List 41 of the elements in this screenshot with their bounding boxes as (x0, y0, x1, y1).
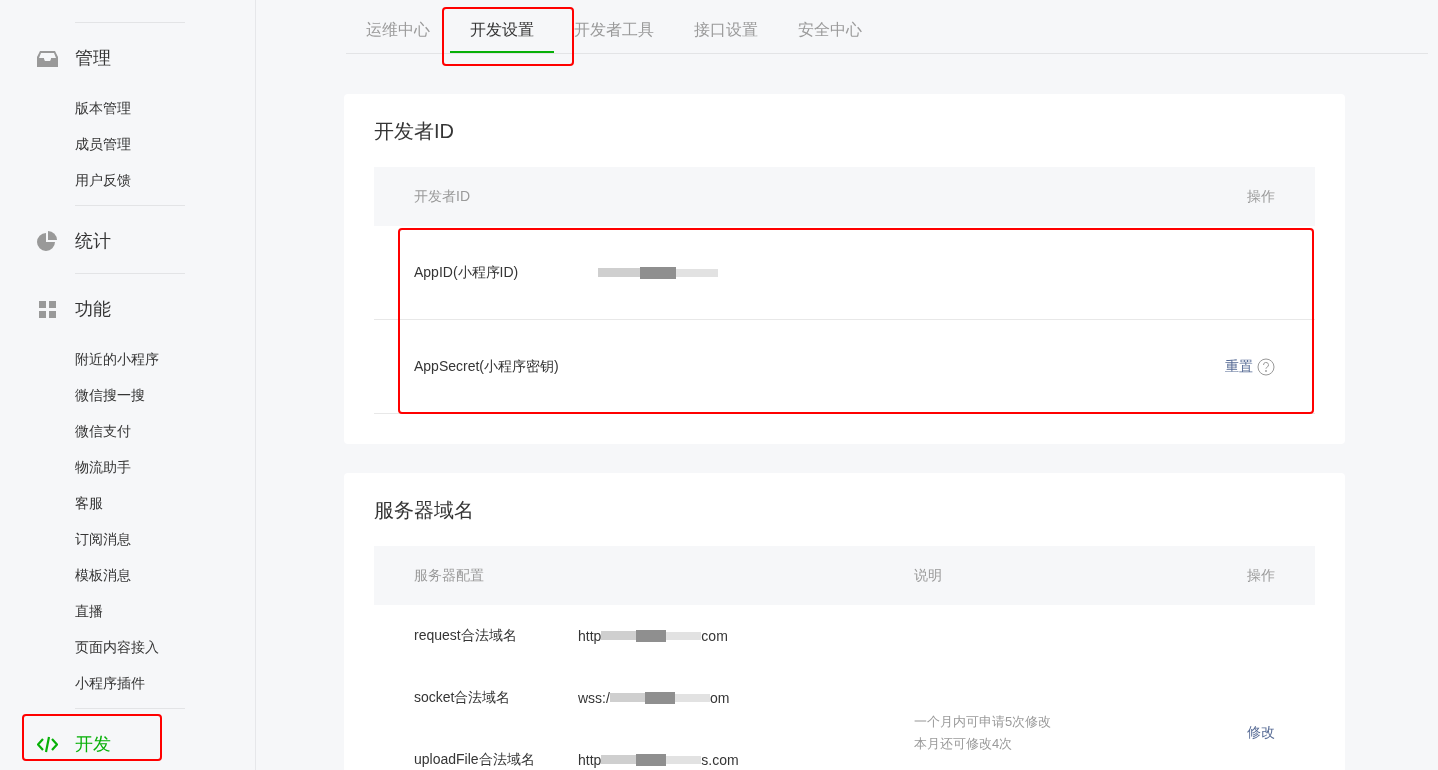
reset-link[interactable]: 重置 (1225, 357, 1253, 376)
domain-value: wss:/ (578, 690, 610, 706)
row-label: AppID(小程序ID) (414, 263, 520, 282)
column-header: 开发者ID (414, 187, 470, 206)
sidebar-group[interactable]: 功能 (37, 292, 111, 326)
sidebar-item[interactable]: 页面内容接入 (75, 629, 255, 665)
domain-value: om (709, 690, 730, 706)
card-title: 服务器域名 (374, 498, 475, 523)
sidebar-item[interactable]: 模板消息 (75, 557, 255, 593)
domain-value: com (701, 628, 728, 644)
pie-chart-icon (37, 230, 58, 252)
row-label: request合法域名 (414, 627, 518, 645)
sidebar-item[interactable]: 微信搜一搜 (75, 377, 255, 413)
modify-link[interactable]: 修改 (1247, 724, 1275, 742)
sidebar-group[interactable]: 统计 (37, 224, 111, 258)
domain-value: http (578, 628, 602, 644)
sidebar-item[interactable]: 版本管理 (75, 90, 255, 126)
sidebar-item[interactable]: 微信支付 (75, 413, 255, 449)
sidebar-item[interactable]: 附近的小程序 (75, 341, 255, 377)
row-label: socket合法域名 (414, 689, 512, 707)
sidebar-item[interactable]: 成员管理 (75, 126, 255, 162)
column-header: 说明 (914, 566, 942, 585)
grid-icon (37, 298, 58, 320)
domain-value: http (578, 752, 602, 768)
help-icon[interactable] (1257, 357, 1275, 376)
domain-value: s.com (701, 752, 739, 768)
column-header: 服务器配置 (414, 566, 485, 585)
card-title: 开发者ID (374, 119, 455, 144)
sidebar-item[interactable]: 用户反馈 (75, 162, 255, 198)
sidebar-item[interactable]: 直播 (75, 593, 255, 629)
sidebar-group[interactable]: 管理 (37, 41, 111, 75)
tab[interactable]: 开发设置 (450, 10, 554, 53)
column-header: 操作 (1247, 566, 1275, 585)
sidebar-item[interactable]: 客服 (75, 485, 255, 521)
row-label: AppSecret(小程序密钥) (414, 357, 560, 376)
row-label: uploadFile合法域名 (414, 751, 536, 769)
column-header: 操作 (1247, 187, 1275, 206)
sidebar-item[interactable]: 物流助手 (75, 449, 255, 485)
sidebar-item[interactable]: 订阅消息 (75, 521, 255, 557)
note-text: 本月还可修改4次 (914, 735, 1014, 753)
sidebar-item[interactable]: 小程序插件 (75, 665, 255, 701)
